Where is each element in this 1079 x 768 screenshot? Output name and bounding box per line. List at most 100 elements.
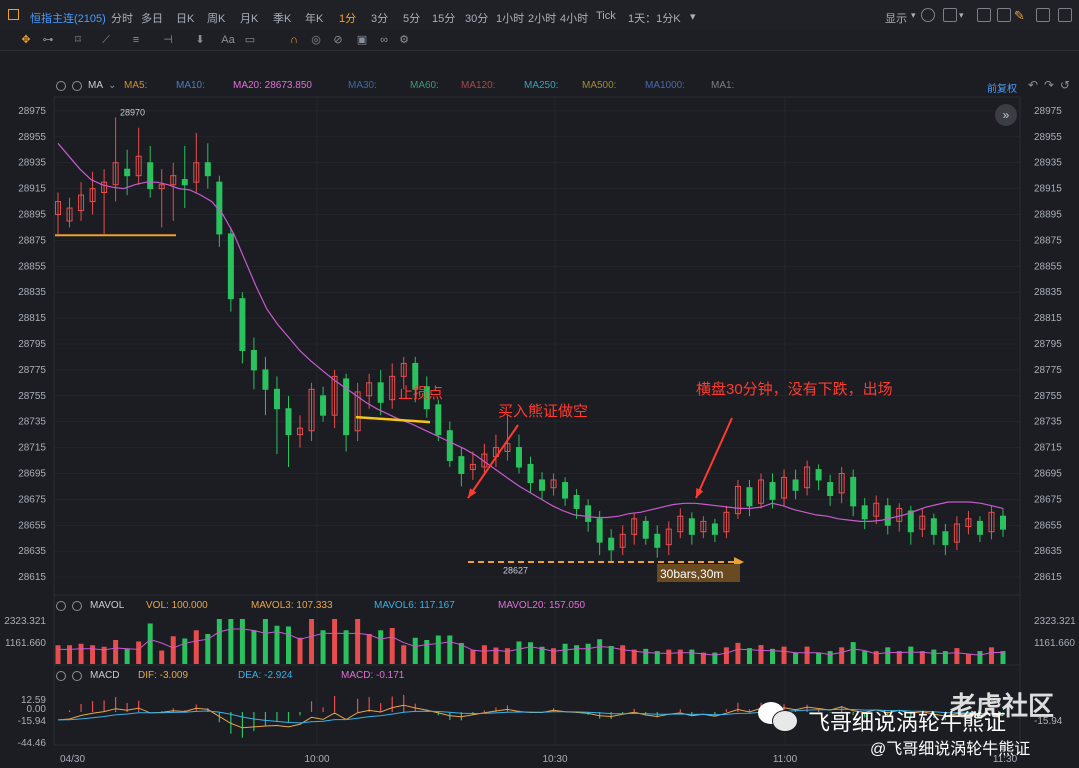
eye-icon[interactable]: ◎ bbox=[308, 33, 324, 47]
ma20-line bbox=[57, 142, 1004, 523]
candle-body bbox=[861, 505, 868, 520]
candle-body bbox=[746, 487, 753, 507]
note-tool-icon[interactable]: ▭ bbox=[242, 33, 258, 47]
timeframe-tab[interactable]: 2小时 bbox=[528, 10, 556, 26]
price-tick-left: 28735 bbox=[18, 417, 46, 428]
settings-icon[interactable] bbox=[921, 8, 935, 22]
timeframe-tab[interactable]: Tick bbox=[596, 10, 616, 22]
volume-bar bbox=[205, 634, 211, 664]
menu-icon[interactable] bbox=[8, 9, 19, 20]
magnet-icon[interactable]: ∩ bbox=[286, 33, 302, 47]
macd-indicator-name[interactable]: MACD bbox=[90, 670, 119, 681]
candle-body bbox=[827, 482, 834, 496]
candle-body bbox=[562, 482, 569, 499]
link-icon[interactable]: ∞ bbox=[376, 33, 392, 47]
volume-bar bbox=[424, 640, 430, 664]
candle-body bbox=[423, 386, 430, 410]
display-chevron-icon[interactable]: ▾ bbox=[911, 10, 916, 21]
volume-bar bbox=[435, 635, 441, 664]
timeframe-tab[interactable]: 3分 bbox=[371, 10, 388, 26]
volume-bar bbox=[228, 619, 234, 664]
timeframe-tab[interactable]: 5分 bbox=[403, 10, 420, 26]
candle-body bbox=[101, 181, 108, 194]
adjust-toggle[interactable]: 前复权 bbox=[987, 80, 1017, 95]
price-tick-left: 28875 bbox=[18, 235, 46, 246]
timeframe-tab[interactable]: 分时 bbox=[111, 10, 133, 26]
reset-icon[interactable]: ↺ bbox=[1060, 78, 1070, 92]
timeframe-tab[interactable]: 多日 bbox=[141, 10, 163, 26]
display-menu[interactable]: 显示 bbox=[885, 10, 907, 26]
ma-indicator-name[interactable]: MA bbox=[88, 80, 103, 91]
chart-area[interactable]: 28975 28975 28955 28955 28935 28935 28915 28915… bbox=[0, 0, 1079, 768]
price-tick-right: 28635 bbox=[1034, 546, 1062, 557]
timeframe-chevron-icon[interactable]: ▾ bbox=[690, 10, 696, 23]
crosshair-icon[interactable]: ✥ bbox=[18, 33, 34, 47]
vol-close-icon[interactable] bbox=[72, 601, 82, 611]
vol-settings-icon[interactable] bbox=[56, 601, 66, 611]
volume-bar bbox=[251, 630, 257, 664]
candle-body bbox=[273, 388, 280, 410]
timeframe-tab[interactable]: 4小时 bbox=[560, 10, 588, 26]
redo-icon[interactable]: ↷ bbox=[1044, 78, 1054, 92]
timeframe-tab[interactable]: 1分 bbox=[339, 10, 356, 26]
ma-chevron-icon[interactable]: ⌄ bbox=[108, 80, 116, 91]
range-tool-icon[interactable]: ⊣ bbox=[160, 33, 176, 47]
volume-bar bbox=[781, 646, 787, 664]
fullscreen-icon[interactable] bbox=[1058, 8, 1072, 22]
candle-body bbox=[297, 427, 304, 436]
mavol-indicator-name[interactable]: MAVOL bbox=[90, 600, 124, 611]
macd-settings-icon[interactable] bbox=[56, 671, 66, 681]
candle-body bbox=[124, 168, 131, 177]
macd-close-icon[interactable] bbox=[72, 671, 82, 681]
symbol-label[interactable]: 恒指主连(2105) bbox=[30, 10, 106, 26]
volume-bar bbox=[528, 642, 533, 664]
delete-icon[interactable]: ⊘ bbox=[330, 33, 346, 47]
volume-bar bbox=[136, 641, 142, 664]
timeframe-tab[interactable]: 季K bbox=[273, 10, 291, 26]
layout-chevron-icon[interactable]: ▾ bbox=[959, 10, 964, 21]
layout-icon[interactable] bbox=[943, 8, 957, 22]
volume-bar bbox=[78, 643, 84, 664]
toolbar-settings-icon[interactable]: ⚙ bbox=[396, 33, 412, 47]
checkbox-icon[interactable] bbox=[1036, 8, 1050, 22]
ma-item: MA5: bbox=[124, 80, 148, 91]
rect-tool-icon[interactable]: ⌑ bbox=[70, 33, 86, 47]
arrow-down-tool-icon[interactable]: ⬇ bbox=[192, 33, 208, 47]
volume-bar bbox=[412, 637, 418, 664]
timeframe-tab[interactable]: 15分 bbox=[432, 10, 455, 26]
candle-body bbox=[585, 505, 592, 522]
candle-body bbox=[608, 537, 615, 551]
price-tick-right: 28695 bbox=[1034, 468, 1062, 479]
timeframe-tab[interactable]: 1小时 bbox=[496, 10, 524, 26]
pencil-icon[interactable]: ✎ bbox=[1014, 8, 1025, 24]
timeframe-tab[interactable]: 月K bbox=[240, 10, 258, 26]
candle-body bbox=[734, 485, 741, 515]
candle-body bbox=[573, 494, 580, 509]
camera-icon[interactable] bbox=[977, 8, 991, 22]
text-tool-icon[interactable]: Aa bbox=[218, 33, 238, 47]
time-axis-label: 11:00 bbox=[773, 754, 798, 765]
trash-icon[interactable]: ▣ bbox=[354, 33, 370, 47]
fibonacci-icon[interactable]: ≡ bbox=[128, 33, 144, 47]
candle-body bbox=[515, 447, 522, 468]
tag-icon[interactable] bbox=[997, 8, 1011, 22]
undo-icon[interactable]: ↶ bbox=[1028, 78, 1038, 92]
main-settings-icon[interactable] bbox=[56, 81, 66, 91]
volume-bar bbox=[113, 640, 119, 664]
polyline-tool-icon[interactable]: ⟋ bbox=[98, 33, 114, 47]
price-tick-right: 28975 bbox=[1034, 106, 1062, 117]
timeframe-tab[interactable]: 日K bbox=[176, 10, 194, 26]
macd-tick: -44.46 bbox=[18, 738, 47, 749]
timeframe-tab[interactable]: 周K bbox=[207, 10, 225, 26]
line-tool-icon[interactable]: ⊶ bbox=[40, 33, 56, 47]
volume-bar bbox=[504, 648, 510, 664]
timeframe-tab[interactable]: 1天：1分K bbox=[628, 10, 681, 26]
candle-body bbox=[550, 479, 557, 489]
price-tick-right: 28655 bbox=[1034, 520, 1062, 531]
candle-body bbox=[66, 207, 73, 222]
timeframe-tab[interactable]: 30分 bbox=[465, 10, 488, 26]
main-close-icon[interactable] bbox=[72, 81, 82, 91]
candle-body bbox=[400, 362, 407, 377]
volume-bar bbox=[285, 626, 291, 664]
timeframe-tab[interactable]: 年K bbox=[305, 10, 323, 26]
